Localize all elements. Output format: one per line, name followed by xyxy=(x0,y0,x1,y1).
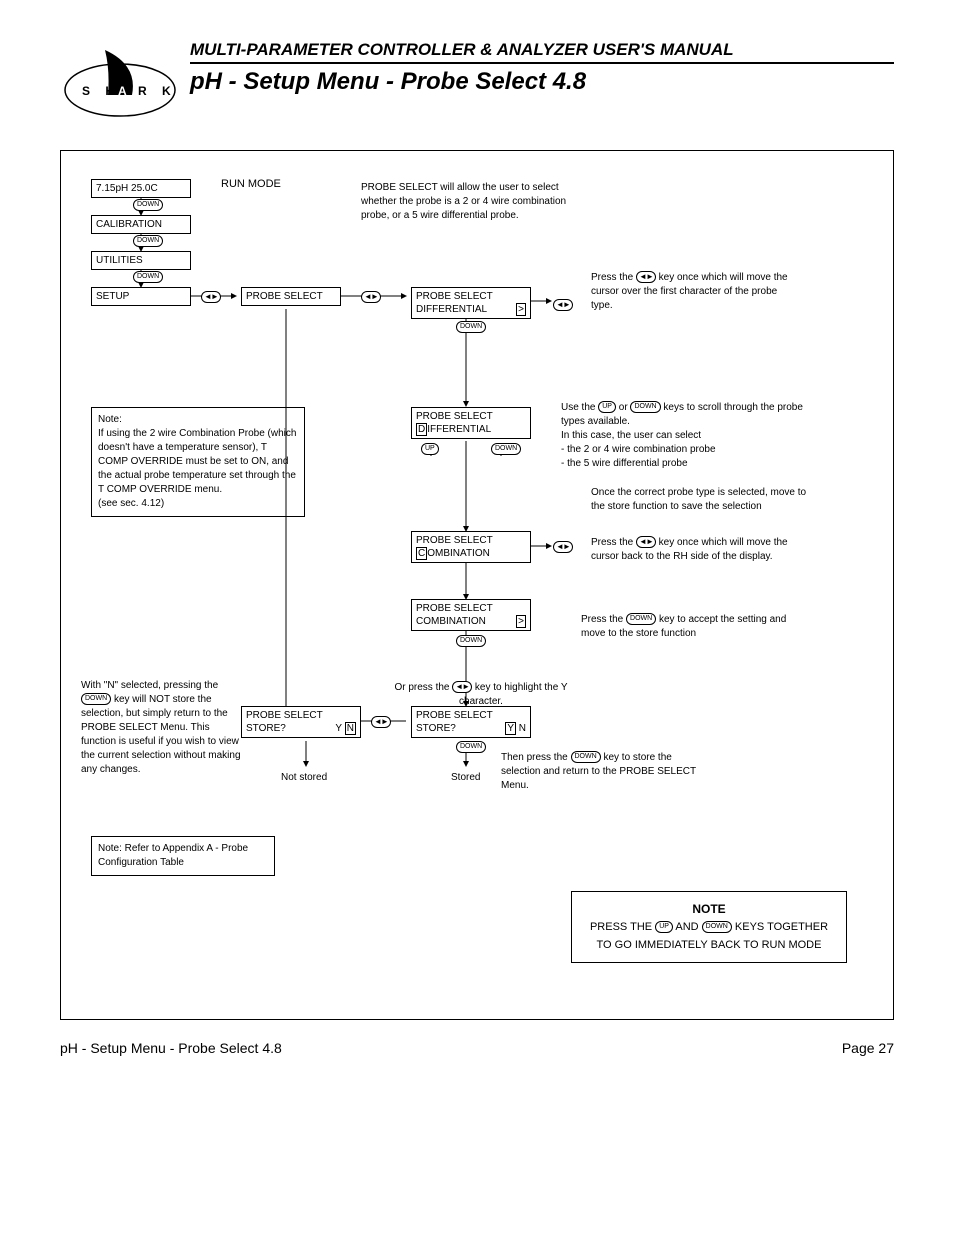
lcd-utilities: UTILITIES xyxy=(91,251,191,270)
lcd-line1: PROBE SELECT xyxy=(416,534,526,547)
down-key-icon: DOWN xyxy=(133,271,163,283)
lr-key-icon: ◄► xyxy=(553,541,573,553)
lcd-start: 7.15pH 25.0C xyxy=(91,179,191,198)
lcd-line1: PROBE SELECT xyxy=(416,290,526,303)
svg-text:S H: S H xyxy=(82,84,120,98)
lr-key-icon: ◄► xyxy=(636,271,656,283)
y-option: Y xyxy=(335,723,342,734)
lcd-setup: SETUP xyxy=(91,287,191,306)
down-key-icon: DOWN xyxy=(456,321,486,333)
lcd-ps-diff-cursor: PROBE SELECT DIFFERENTIAL xyxy=(411,407,531,439)
lr-key-icon: ◄► xyxy=(452,681,472,693)
lcd-ps-differential: PROBE SELECT DIFFERENTIAL > xyxy=(411,287,531,319)
n-option: N xyxy=(519,723,526,734)
lcd-ps-comb-cursor: PROBE SELECT COMBINATION xyxy=(411,531,531,563)
lcd-line1: PROBE SELECT xyxy=(416,709,526,722)
note-runmode: NOTE PRESS THE UP AND DOWN KEYS TOGETHER… xyxy=(571,891,847,963)
explain-down-accept: Press the DOWN key to accept the setting… xyxy=(581,613,801,641)
lcd-store-y: PROBE SELECT STORE? Y N xyxy=(411,706,531,738)
cursor: > xyxy=(516,615,526,628)
note-appendix: Note: Refer to Appendix A - Probe Config… xyxy=(91,836,275,876)
note-ref: (see sec. 4.12) xyxy=(98,497,298,511)
lr-key-icon: ◄► xyxy=(553,299,573,311)
down-key-icon: DOWN xyxy=(456,635,486,647)
down-key-icon: DOWN xyxy=(630,401,660,413)
shark-logo: S H A R K xyxy=(60,40,180,120)
lcd-ps-combination: PROBE SELECT COMBINATION > xyxy=(411,599,531,631)
svg-text:R K: R K xyxy=(138,84,177,98)
up-key-icon: UP xyxy=(655,921,673,933)
page-header: S H A R K MULTI-PARAMETER CONTROLLER & A… xyxy=(60,40,894,120)
cursor-char: C xyxy=(416,547,427,560)
lcd-line2: COMBINATION xyxy=(416,616,486,627)
n-option: N xyxy=(345,722,356,735)
lcd-line2: STORE? xyxy=(246,723,286,734)
stored-label: Stored xyxy=(451,771,480,785)
explain-then-press: Then press the DOWN key to store the sel… xyxy=(501,751,711,793)
svg-text:A: A xyxy=(118,84,127,98)
lr-key-icon: ◄► xyxy=(361,291,381,303)
down-key-icon: DOWN xyxy=(626,613,656,625)
lr-key-icon: ◄► xyxy=(636,536,656,548)
down-key-icon: DOWN xyxy=(456,741,486,753)
y-option: Y xyxy=(505,722,516,735)
explain-once-correct: Once the correct probe type is selected,… xyxy=(591,486,811,514)
explain-press-lr: Press the ◄► key once which will move th… xyxy=(591,271,791,313)
explain-n-selected: With "N" selected, pressing the DOWN key… xyxy=(81,679,241,777)
down-key-icon: DOWN xyxy=(81,693,111,705)
lcd-line2: STORE? xyxy=(416,723,456,734)
note-2wire: Note: If using the 2 wire Combination Pr… xyxy=(91,407,305,517)
lcd-line1: PROBE SELECT xyxy=(416,602,526,615)
note-title: Note: xyxy=(98,413,298,427)
down-key-icon: DOWN xyxy=(133,235,163,247)
down-key-icon: DOWN xyxy=(133,199,163,211)
cursor: > xyxy=(516,303,526,316)
note-body: If using the 2 wire Combination Probe (w… xyxy=(98,427,298,497)
not-stored-label: Not stored xyxy=(281,771,327,785)
run-mode-label: RUN MODE xyxy=(221,178,281,190)
lcd-line1: PROBE SELECT xyxy=(416,410,526,423)
lr-key-icon: ◄► xyxy=(371,716,391,728)
footer-left: pH - Setup Menu - Probe Select 4.8 xyxy=(60,1040,282,1056)
lcd-store-n: PROBE SELECT STORE? Y N xyxy=(241,706,361,738)
intro-text: PROBE SELECT will allow the user to sele… xyxy=(361,181,591,223)
lcd-line1: PROBE SELECT xyxy=(246,709,356,722)
lcd-line2: DIFFERENTIAL xyxy=(416,304,487,315)
down-key-icon: DOWN xyxy=(702,921,732,933)
lcd-probe-select: PROBE SELECT xyxy=(241,287,341,306)
explain-lr-back: Press the ◄► key once which will move th… xyxy=(591,536,791,564)
cursor-char: D xyxy=(416,423,427,436)
explain-scroll: Use the UP or DOWN keys to scroll throug… xyxy=(561,401,821,471)
page-footer: pH - Setup Menu - Probe Select 4.8 Page … xyxy=(60,1040,894,1056)
lcd-calibration: CALIBRATION xyxy=(91,215,191,234)
up-key-icon: UP xyxy=(421,443,439,455)
lr-key-icon: ◄► xyxy=(201,291,221,303)
explain-or-press-lr: Or press the ◄► key to highlight the Y c… xyxy=(381,681,581,709)
section-title: pH - Setup Menu - Probe Select 4.8 xyxy=(190,68,894,96)
down-key-icon: DOWN xyxy=(491,443,521,455)
up-key-icon: UP xyxy=(598,401,616,413)
flowchart-container: RUN MODE PROBE SELECT will allow the use… xyxy=(60,150,894,1020)
footer-right: Page 27 xyxy=(842,1040,894,1056)
down-key-icon: DOWN xyxy=(571,751,601,763)
manual-title: MULTI-PARAMETER CONTROLLER & ANALYZER US… xyxy=(190,40,894,64)
note-title: NOTE xyxy=(584,900,834,919)
